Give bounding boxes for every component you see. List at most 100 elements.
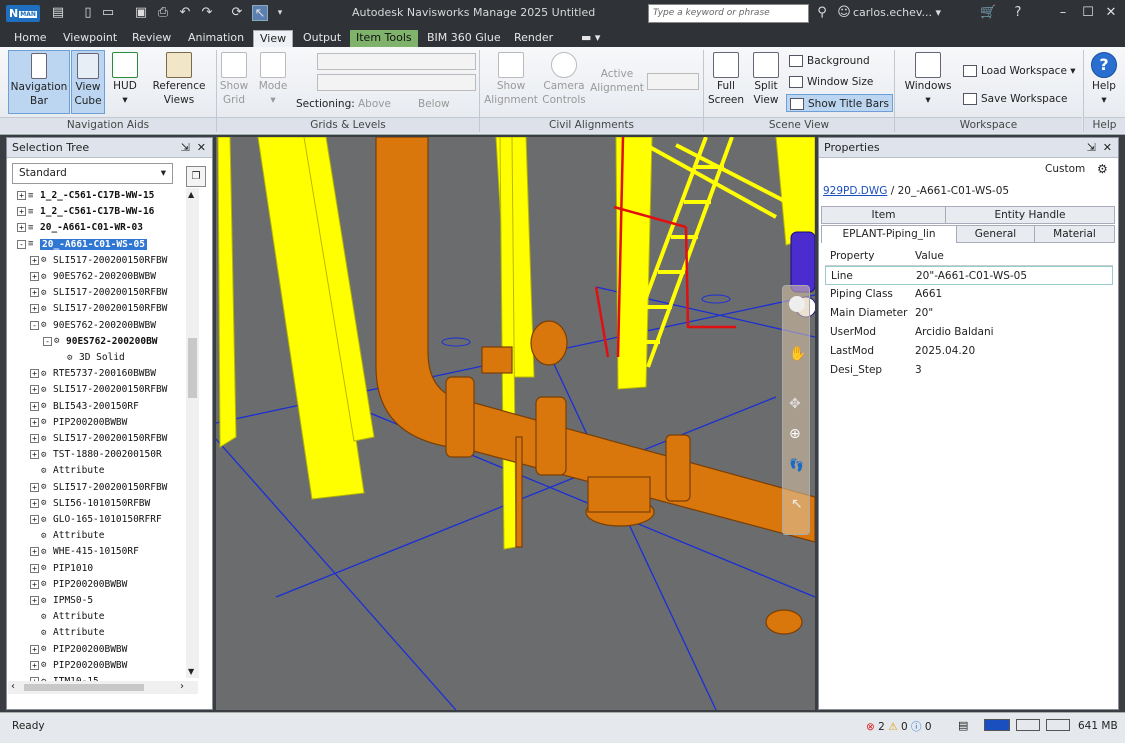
windows-button[interactable]: Windows ▾ bbox=[900, 50, 956, 114]
sheet-browser-icon[interactable]: ▤ bbox=[958, 719, 968, 732]
undo-icon[interactable]: ↶ bbox=[177, 5, 193, 21]
scroll-left-icon[interactable]: ‹ bbox=[11, 681, 15, 692]
tree-item[interactable]: + ⚙ PIP200200BWBW bbox=[30, 415, 127, 431]
pan-icon[interactable]: ✋ bbox=[789, 346, 806, 362]
column-value[interactable]: Value bbox=[915, 247, 944, 266]
zoom-icon[interactable]: ⊕ bbox=[789, 426, 801, 442]
tree-options-icon[interactable]: ❐ bbox=[186, 166, 206, 187]
grid-level-combo-2[interactable] bbox=[317, 74, 476, 91]
expand-icon[interactable]: + bbox=[30, 450, 39, 460]
expand-icon[interactable]: + bbox=[30, 482, 39, 492]
user-name[interactable]: carlos.echev... ▾ bbox=[853, 6, 941, 19]
tab-animation[interactable]: Animation bbox=[182, 30, 250, 47]
tab-general[interactable]: General bbox=[956, 225, 1035, 243]
scene-viewport[interactable]: ✋ ✥ ⊕ 👣 ↖ bbox=[216, 137, 815, 710]
new-file-icon[interactable]: ▯ bbox=[80, 5, 96, 21]
section-above-button[interactable]: Above bbox=[358, 95, 391, 113]
tree-item[interactable]: + ≡ 1_2_-C561-C17B-WW-16 bbox=[17, 204, 154, 220]
tree-item[interactable]: + ⚙ BLI543-200150RF bbox=[30, 399, 139, 415]
background-button[interactable]: Background bbox=[789, 52, 870, 70]
tab-review[interactable]: Review bbox=[126, 30, 177, 47]
split-view-button[interactable]: Split View bbox=[749, 50, 783, 114]
hscroll-thumb[interactable] bbox=[24, 684, 144, 691]
walk-icon[interactable]: 👣 bbox=[789, 458, 804, 472]
scroll-thumb[interactable] bbox=[188, 338, 197, 398]
expand-icon[interactable]: + bbox=[30, 563, 39, 573]
close-panel-icon[interactable]: ✕ bbox=[1103, 141, 1112, 154]
camera-controls-button[interactable]: Camera Controls bbox=[541, 50, 587, 114]
tree-item[interactable]: + ⚙ 90ES762-200200BWBW bbox=[30, 269, 156, 285]
expand-icon[interactable]: + bbox=[30, 547, 39, 557]
minimize-icon[interactable]: – bbox=[1055, 5, 1071, 21]
expand-icon[interactable]: + bbox=[30, 288, 39, 298]
expand-icon[interactable]: + bbox=[30, 417, 39, 427]
tree-item[interactable]: + ⚙ SLI517-200200150RFBW bbox=[30, 285, 167, 301]
message-counters[interactable]: ⊗ 2 ⚠ 0 ⓘ 0 bbox=[866, 719, 932, 734]
property-row[interactable]: UserMod Arcidio Baldani bbox=[825, 323, 1113, 342]
user-icon[interactable]: ☺ bbox=[836, 5, 852, 21]
tree-horizontal-scrollbar[interactable]: ‹ › bbox=[8, 681, 198, 694]
custom-label[interactable]: Custom bbox=[1045, 163, 1085, 175]
tab-material[interactable]: Material bbox=[1034, 225, 1115, 243]
tree-item[interactable]: + ≡ 1_2_-C561-C17B-WW-15 bbox=[17, 188, 154, 204]
load-workspace-button[interactable]: Load Workspace ▾ bbox=[963, 62, 1076, 80]
cart-icon[interactable]: 🛒 bbox=[980, 5, 996, 21]
tree-item[interactable]: ⚙ Attribute bbox=[30, 463, 104, 479]
view-cube-button[interactable]: View Cube bbox=[71, 50, 105, 114]
expand-icon[interactable]: + bbox=[30, 434, 39, 443]
print-icon[interactable]: ⎙ bbox=[155, 5, 171, 21]
pin-icon[interactable]: ⇲ bbox=[1087, 141, 1096, 154]
tree-item[interactable]: - ≡ 20_-A661-C01-WS-05 bbox=[17, 237, 147, 253]
tree-item[interactable]: + ⚙ PIP200200BWBW bbox=[30, 577, 127, 593]
search-input[interactable]: Type a keyword or phrase bbox=[648, 4, 809, 23]
tab-bim360-glue[interactable]: BIM 360 Glue bbox=[421, 30, 507, 47]
expand-icon[interactable]: + bbox=[30, 644, 39, 654]
grid-level-combo[interactable] bbox=[317, 53, 476, 70]
expand-icon[interactable]: + bbox=[30, 596, 39, 605]
tree-item[interactable]: - ⚙ 90ES762-200200BW bbox=[43, 334, 158, 350]
redo-icon[interactable]: ↷ bbox=[199, 5, 215, 21]
tree-item[interactable]: - ⚙ 90ES762-200200BWBW bbox=[30, 318, 156, 334]
tree-vertical-scrollbar[interactable]: ▲ ▼ bbox=[186, 188, 199, 678]
expand-icon[interactable]: + bbox=[30, 272, 39, 281]
tree-item[interactable]: + ⚙ SLI517-200200150RFBW bbox=[30, 431, 167, 447]
tree-item[interactable]: ⚙ Attribute bbox=[30, 625, 104, 641]
expand-icon[interactable]: + bbox=[30, 660, 39, 670]
full-screen-button[interactable]: Full Screen bbox=[706, 50, 746, 114]
tree-item[interactable]: + ⚙ IPMS0-5 bbox=[30, 593, 93, 609]
expand-icon[interactable]: + bbox=[17, 223, 26, 233]
property-row[interactable]: Main Diameter 20" bbox=[825, 304, 1113, 323]
tree-item[interactable]: + ⚙ SLI517-200200150RFBW bbox=[30, 301, 167, 317]
steering-wheel-icon[interactable] bbox=[789, 296, 805, 312]
tree-item[interactable]: + ⚙ SLI517-200200150RFBW bbox=[30, 480, 167, 496]
property-row[interactable]: Piping Class A661 bbox=[825, 285, 1113, 304]
property-row[interactable]: LastMod 2025.04.20 bbox=[825, 342, 1113, 361]
select-cursor-icon[interactable]: ↖ bbox=[252, 5, 268, 21]
property-row[interactable]: Desi_Step 3 bbox=[825, 361, 1113, 380]
pin-icon[interactable]: ⇲ bbox=[181, 141, 190, 154]
reference-views-button[interactable]: Reference Views bbox=[148, 50, 210, 114]
tree-item[interactable]: ⚙ Attribute bbox=[30, 528, 104, 544]
qat-dropdown-icon[interactable]: ▾ bbox=[272, 5, 288, 21]
open-file-icon[interactable]: ▭ bbox=[100, 5, 116, 21]
expand-icon[interactable]: + bbox=[30, 498, 39, 508]
tree-item[interactable]: + ⚙ SLI517-200200150RFBW bbox=[30, 382, 167, 398]
3d-scene[interactable] bbox=[216, 137, 815, 710]
help-button[interactable]: ? Help ▾ bbox=[1087, 50, 1121, 114]
tab-render[interactable]: Render bbox=[508, 30, 559, 47]
save-workspace-button[interactable]: Save Workspace bbox=[963, 90, 1068, 108]
show-grid-button[interactable]: Show Grid bbox=[218, 50, 250, 114]
tree-item[interactable]: + ⚙ PIP200200BWBW bbox=[30, 642, 127, 658]
select-icon[interactable]: ↖ bbox=[791, 496, 803, 512]
app-logo[interactable]: N MAN bbox=[6, 5, 40, 22]
tree-item[interactable]: + ⚙ WHE-415-10150RF bbox=[30, 544, 139, 560]
tree-item[interactable]: + ⚙ GLO-165-1010150RFRF bbox=[30, 512, 162, 528]
close-panel-icon[interactable]: ✕ bbox=[197, 141, 206, 154]
collapse-icon[interactable]: - bbox=[17, 239, 26, 249]
tab-eplant-piping[interactable]: EPLANT-Piping_lin bbox=[821, 225, 957, 243]
window-size-button[interactable]: Window Size bbox=[789, 73, 873, 91]
active-alignment-combo[interactable] bbox=[647, 73, 699, 90]
save-icon[interactable]: ▣ bbox=[133, 5, 149, 21]
close-icon[interactable]: ✕ bbox=[1103, 5, 1119, 21]
tab-viewpoint[interactable]: Viewpoint bbox=[57, 30, 123, 47]
